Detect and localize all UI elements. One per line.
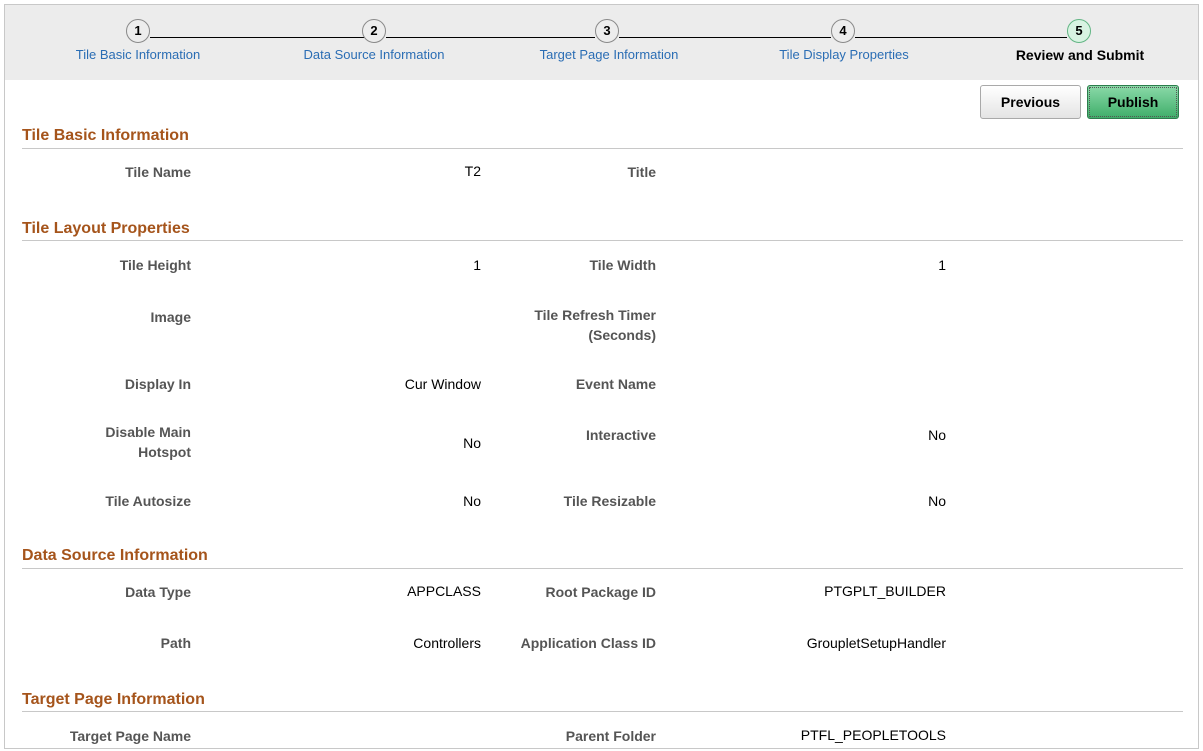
tile-autosize-label: Tile Autosize: [105, 493, 191, 509]
page-frame: 1 Tile Basic Information 2 Data Source I…: [4, 4, 1199, 749]
section-title-layout: Tile Layout Properties: [22, 220, 190, 237]
disable-main-label-line2: Hotspot: [138, 444, 191, 460]
refresh-timer-label-line1: Tile Refresh Timer: [534, 307, 656, 323]
tile-autosize-value: No: [463, 493, 481, 509]
step-1-circle[interactable]: 1: [126, 19, 150, 43]
disable-main-hotspot-value: No: [463, 435, 481, 451]
publish-button[interactable]: Publish: [1087, 85, 1179, 119]
section-divider: [22, 240, 1183, 241]
step-train: 1 Tile Basic Information 2 Data Source I…: [5, 5, 1198, 80]
previous-button[interactable]: Previous: [980, 85, 1081, 119]
tile-width-label: Tile Width: [589, 257, 657, 273]
step-3-circle[interactable]: 3: [595, 19, 619, 43]
step-4-circle[interactable]: 4: [831, 19, 855, 43]
section-divider: [22, 711, 1183, 712]
interactive-label: Interactive: [585, 427, 656, 443]
section-title-basic: Tile Basic Information: [22, 127, 189, 144]
application-class-id-label: Application Class ID: [520, 635, 656, 651]
path-label: Path: [160, 635, 191, 651]
step-5-label: Review and Submit: [1015, 47, 1145, 63]
root-package-id-value: PTGPLT_BUILDER: [824, 583, 946, 599]
step-2-link[interactable]: Data Source Information: [304, 47, 445, 62]
refresh-timer-label: Tile Refresh Timer (Seconds): [456, 305, 656, 345]
section-title-datasource: Data Source Information: [22, 547, 208, 564]
display-in-value: Cur Window: [404, 376, 481, 392]
section-title-target: Target Page Information: [22, 691, 205, 708]
train-connector: [150, 37, 368, 38]
tile-name-value: T2: [464, 163, 481, 179]
train-connector: [386, 37, 595, 38]
path-value: Controllers: [413, 635, 481, 651]
step-3-link[interactable]: Target Page Information: [540, 47, 679, 62]
train-connector: [619, 37, 831, 38]
tile-name-label: Tile Name: [125, 164, 191, 180]
step-4-link[interactable]: Tile Display Properties: [779, 47, 909, 62]
step-2-circle[interactable]: 2: [362, 19, 386, 43]
target-page-name-label: Target Page Name: [69, 728, 191, 744]
image-label: Image: [150, 309, 191, 325]
event-name-label: Event Name: [575, 376, 656, 392]
display-in-label: Display In: [124, 376, 191, 392]
tile-resizable-value: No: [928, 493, 946, 509]
application-class-id-value: GroupletSetupHandler: [806, 635, 946, 651]
tile-resizable-label: Tile Resizable: [563, 493, 656, 509]
data-type-value: APPCLASS: [407, 583, 481, 599]
section-divider: [22, 148, 1183, 149]
parent-folder-label: Parent Folder: [565, 728, 656, 744]
disable-main-label-line1: Disable Main: [105, 424, 191, 440]
tile-height-label: Tile Height: [119, 257, 191, 273]
tile-height-value: 1: [473, 257, 481, 273]
tile-width-value: 1: [938, 257, 946, 273]
step-5-circle: 5: [1067, 19, 1091, 43]
data-type-label: Data Type: [125, 584, 191, 600]
train-connector: [855, 37, 1067, 38]
disable-main-hotspot-label: Disable Main Hotspot: [11, 422, 191, 462]
interactive-value: No: [928, 427, 946, 443]
title-label: Title: [627, 164, 656, 180]
parent-folder-value: PTFL_PEOPLETOOLS: [800, 727, 946, 743]
refresh-timer-label-line2: (Seconds): [588, 327, 656, 343]
step-1-link[interactable]: Tile Basic Information: [76, 47, 201, 62]
root-package-id-label: Root Package ID: [545, 584, 656, 600]
section-divider: [22, 568, 1183, 569]
